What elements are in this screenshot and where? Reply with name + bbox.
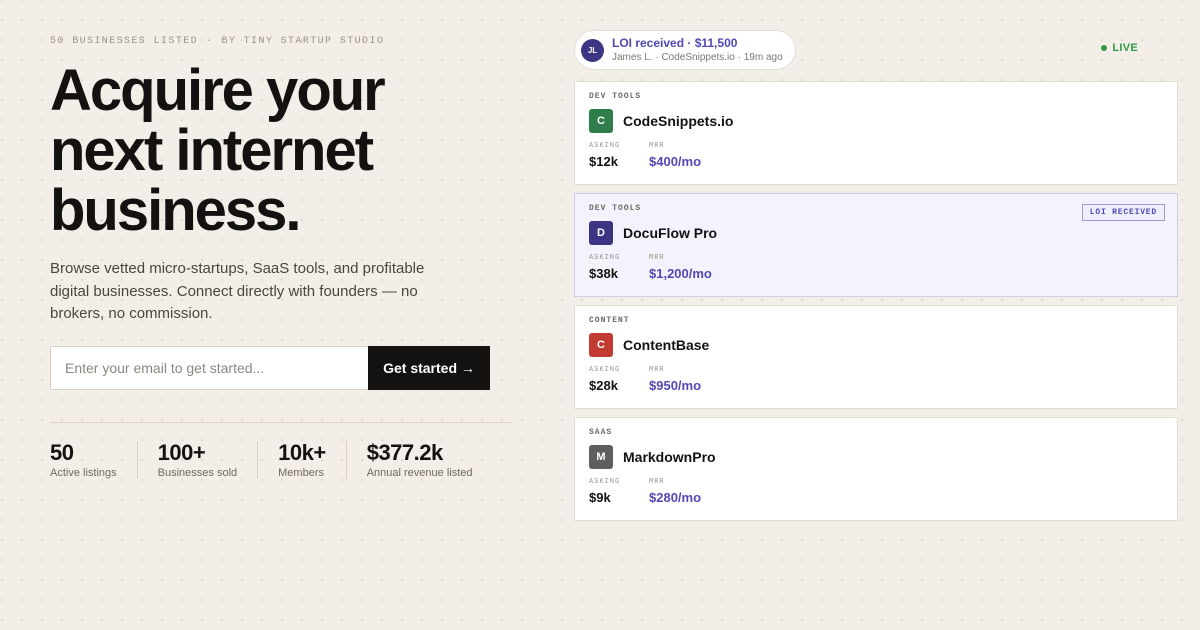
- eyebrow: 50 BUSINESSES LISTED · BY TINY STARTUP STU…: [50, 36, 512, 47]
- listing-logo: C: [589, 333, 613, 357]
- activity-row: JL LOI received · $11,500 James L. · Cod…: [574, 30, 1178, 70]
- listing-category: DEV TOOLS: [589, 92, 642, 101]
- listing-name-row: D DocuFlow Pro: [589, 221, 1163, 245]
- listing-name: DocuFlow Pro: [623, 225, 718, 241]
- listing-name-row: M MarkdownPro: [589, 445, 1163, 469]
- listing-category: CONTENT: [589, 316, 630, 325]
- asking-label: ASKING: [589, 142, 621, 150]
- listing-name-row: C CodeSnippets.io: [589, 109, 1163, 133]
- mrr-metric: MRR $950/mo: [649, 366, 709, 393]
- loi-notification[interactable]: JL LOI received · $11,500 James L. · Cod…: [574, 30, 796, 70]
- listing-name: ContentBase: [623, 337, 710, 353]
- stat-value: $377.2k: [366, 439, 444, 465]
- listing-logo: C: [589, 109, 613, 133]
- stat-label: Businesses sold: [157, 466, 238, 479]
- listing-name: MarkdownPro: [623, 449, 716, 465]
- notification-title: LOI received · $11,500: [612, 36, 738, 50]
- subheadline: Browse vetted micro-startups, SaaS tools…: [50, 260, 425, 322]
- listing-metrics: ASKING $38k MRR $1,200/mo: [589, 254, 1163, 281]
- page-title: Acquire your next internet business.: [50, 61, 512, 241]
- listing-metrics: ASKING $9k MRR $280/mo: [589, 478, 1163, 505]
- divider: [50, 421, 512, 423]
- loi-received-badge: LOI RECEIVED: [1081, 204, 1165, 221]
- asking-value: $38k: [589, 266, 618, 281]
- live-label: LIVE: [1112, 42, 1138, 54]
- listing-card[interactable]: DEV TOOLS LOI RECEIVED D DocuFlow Pro AS…: [574, 193, 1178, 297]
- mrr-value: $400/mo: [649, 154, 702, 169]
- asking-value: $28k: [589, 378, 618, 393]
- listings-list: DEV TOOLS C CodeSnippets.io ASKING $12k …: [574, 81, 1178, 521]
- listings-panel: JL LOI received · $11,500 James L. · Cod…: [574, 30, 1178, 529]
- listing-name: CodeSnippets.io: [623, 113, 734, 129]
- get-started-button[interactable]: Get started →: [368, 345, 490, 390]
- stat-businesses-sold: 100+ Businesses sold: [136, 439, 258, 479]
- stat-annual-revenue: $377.2k Annual revenue listed: [345, 439, 493, 479]
- listing-name-row: C ContentBase: [589, 333, 1163, 357]
- mrr-value: $1,200/mo: [649, 266, 712, 281]
- stat-label: Members: [278, 466, 324, 479]
- notification-text: LOI received · $11,500 James L. · CodeSn…: [612, 36, 783, 64]
- stat-active-listings: 50 Active listings: [50, 439, 137, 479]
- listing-card[interactable]: SAAS M MarkdownPro ASKING $9k MRR $280/m…: [574, 417, 1178, 521]
- mrr-metric: MRR $280/mo: [649, 478, 709, 505]
- listing-card[interactable]: DEV TOOLS C CodeSnippets.io ASKING $12k …: [574, 81, 1178, 185]
- asking-label: ASKING: [589, 254, 621, 262]
- eyebrow-separator: ·: [206, 36, 214, 47]
- asking-value: $12k: [589, 154, 618, 169]
- headline-line-2: next internet: [50, 118, 374, 183]
- live-dot-icon: [1101, 45, 1108, 51]
- asking-metric: ASKING $38k: [589, 254, 649, 281]
- mrr-metric: MRR $1,200/mo: [649, 254, 712, 281]
- email-input[interactable]: [50, 345, 368, 390]
- stat-value: 10k+: [278, 439, 326, 465]
- listing-card[interactable]: CONTENT C ContentBase ASKING $28k MRR $9…: [574, 305, 1178, 409]
- notification-meta: James L. · CodeSnippets.io · 19m ago: [612, 52, 783, 63]
- live-indicator: LIVE: [1101, 42, 1138, 54]
- headline-line-1: Acquire your: [50, 58, 386, 123]
- mrr-value: $280/mo: [649, 490, 702, 505]
- eyebrow-byline: BY TINY STARTUP STUDIO: [221, 36, 385, 47]
- listing-logo: M: [589, 445, 613, 469]
- listing-metrics: ASKING $28k MRR $950/mo: [589, 366, 1163, 393]
- mrr-label: MRR: [649, 478, 665, 486]
- asking-metric: ASKING $9k: [589, 478, 649, 505]
- stat-members: 10k+ Members: [257, 439, 346, 479]
- listing-category: DEV TOOLS: [589, 204, 642, 213]
- mrr-label: MRR: [649, 254, 665, 262]
- listing-metrics: ASKING $12k MRR $400/mo: [589, 142, 1163, 169]
- stat-value: 50: [50, 439, 74, 465]
- mrr-metric: MRR $400/mo: [649, 142, 709, 169]
- asking-value: $9k: [589, 490, 611, 505]
- headline-line-3: business.: [50, 178, 302, 243]
- asking-metric: ASKING $28k: [589, 366, 649, 393]
- mrr-label: MRR: [649, 142, 665, 150]
- hero-section: 50 BUSINESSES LISTED · BY TINY STARTUP STU…: [50, 36, 512, 479]
- eyebrow-count: 50 BUSINESSES LISTED: [50, 36, 199, 47]
- stat-label: Annual revenue listed: [366, 466, 473, 479]
- asking-metric: ASKING $12k: [589, 142, 649, 169]
- mrr-label: MRR: [649, 366, 665, 374]
- listing-logo: D: [589, 221, 613, 245]
- asking-label: ASKING: [589, 366, 621, 374]
- stat-value: 100+: [157, 439, 206, 465]
- mrr-value: $950/mo: [649, 378, 702, 393]
- asking-label: ASKING: [589, 478, 621, 486]
- listing-category: SAAS: [589, 428, 613, 437]
- signup-form: Get started →: [50, 345, 490, 390]
- avatar: JL: [581, 38, 604, 62]
- stats-row: 50 Active listings 100+ Businesses sold …: [50, 439, 512, 479]
- stat-label: Active listings: [50, 466, 117, 479]
